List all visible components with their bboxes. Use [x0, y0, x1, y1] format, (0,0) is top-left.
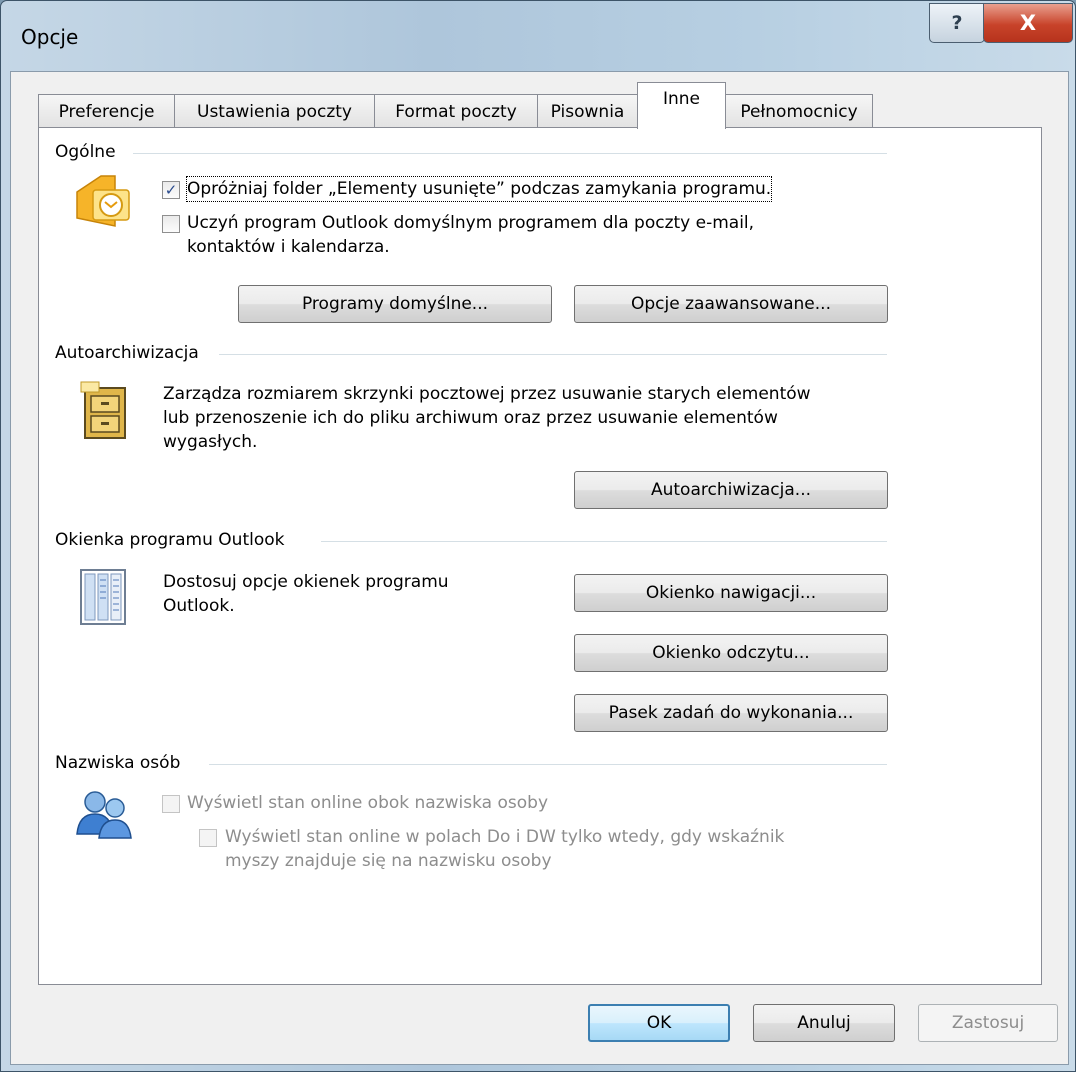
show-online-checkbox[interactable]: [162, 795, 180, 813]
panes-description-line2: Outlook.: [163, 596, 235, 616]
todo-bar-button[interactable]: Pasek zadań do wykonania...: [574, 694, 888, 732]
autoarchive-button[interactable]: Autoarchiwizacja...: [574, 471, 888, 509]
panes-description-line1: Dostosuj opcje okienek programu: [163, 572, 449, 592]
advanced-options-button[interactable]: Opcje zaawansowane...: [574, 285, 888, 323]
help-icon: ?: [951, 12, 963, 34]
close-icon: X: [1019, 11, 1037, 35]
navigation-pane-button[interactable]: Okienko nawigacji...: [574, 574, 888, 612]
group-separator: [133, 153, 887, 154]
apply-button[interactable]: Zastosuj: [918, 1004, 1058, 1042]
tab-preferencje[interactable]: Preferencje: [38, 94, 175, 128]
window-title: Opcje: [21, 25, 79, 49]
group-title-people: Nazwiska osób: [55, 753, 187, 773]
group-separator: [219, 354, 887, 355]
make-default-label-line1[interactable]: Uczyń program Outlook domyślnym programe…: [187, 211, 754, 235]
people-icon: [76, 791, 132, 839]
tab-format-poczty[interactable]: Format poczty: [374, 94, 538, 128]
show-online-hover-label-line2[interactable]: myszy znajduje się na nazwisku osoby: [225, 849, 552, 873]
close-button[interactable]: X: [983, 3, 1073, 43]
group-title-autoarchive: Autoarchiwizacja: [55, 343, 205, 363]
group-separator: [209, 764, 887, 765]
show-online-hover-label-line1[interactable]: Wyświetl stan online w polach Do i DW ty…: [225, 825, 784, 849]
empty-deleted-checkbox[interactable]: ✓: [162, 181, 180, 199]
dialog-client-area: Preferencje Ustawienia poczty Format poc…: [10, 71, 1069, 1065]
show-online-hover-checkbox[interactable]: [199, 829, 217, 847]
cancel-button[interactable]: Anuluj: [753, 1004, 895, 1042]
group-title-panes: Okienka programu Outlook: [55, 530, 291, 550]
autoarchive-description-line2: lub przenoszenie ich do pliku archiwum o…: [163, 408, 778, 428]
tab-pisownia[interactable]: Pisownia: [537, 94, 638, 128]
tab-panel-inne: Ogólne ✓ Opróżniaj folder „Elementy usun…: [38, 127, 1042, 985]
autoarchive-description-line3: wygasłych.: [163, 432, 258, 452]
file-cabinet-icon: [80, 381, 126, 439]
make-default-checkbox[interactable]: [162, 215, 180, 233]
tab-ustawienia-poczty[interactable]: Ustawienia poczty: [174, 94, 375, 128]
tab-inne[interactable]: Inne: [637, 82, 726, 129]
tab-pelnomocnicy[interactable]: Pełnomocnicy: [725, 94, 873, 128]
group-separator: [321, 541, 887, 542]
group-title-general: Ogólne: [55, 142, 122, 162]
help-button[interactable]: ?: [929, 3, 985, 43]
title-bar[interactable]: Opcje ? X: [1, 1, 1075, 73]
default-programs-button[interactable]: Programy domyślne...: [238, 285, 552, 323]
options-dialog: Opcje ? X Preferencje Ustawienia poczty …: [0, 0, 1076, 1072]
panes-icon: [80, 569, 126, 625]
show-online-label[interactable]: Wyświetl stan online obok nazwiska osoby: [187, 791, 548, 815]
make-default-label-line2[interactable]: kontaktów i kalendarza.: [187, 235, 390, 259]
outlook-icon: [76, 175, 130, 227]
ok-button[interactable]: OK: [588, 1004, 730, 1042]
reading-pane-button[interactable]: Okienko odczytu...: [574, 634, 888, 672]
empty-deleted-label[interactable]: Opróżniaj folder „Elementy usunięte” pod…: [185, 176, 773, 202]
autoarchive-description-line1: Zarządza rozmiarem skrzynki pocztowej pr…: [163, 384, 811, 404]
